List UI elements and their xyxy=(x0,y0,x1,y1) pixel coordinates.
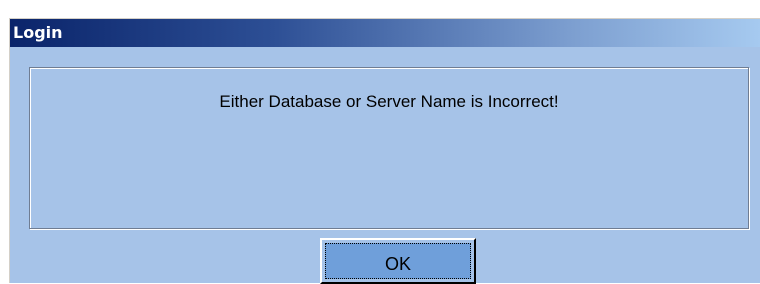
title-bar[interactable]: Login xyxy=(10,19,760,47)
dialog-title: Login xyxy=(13,23,63,42)
ok-button[interactable]: OK xyxy=(320,238,476,284)
ok-button-focus-rect: OK xyxy=(325,243,471,279)
ok-button-label: OK xyxy=(384,254,411,274)
error-message: Either Database or Server Name is Incorr… xyxy=(219,92,559,111)
login-dialog: Login Either Database or Server Name is … xyxy=(9,18,760,284)
message-panel: Either Database or Server Name is Incorr… xyxy=(29,67,749,229)
